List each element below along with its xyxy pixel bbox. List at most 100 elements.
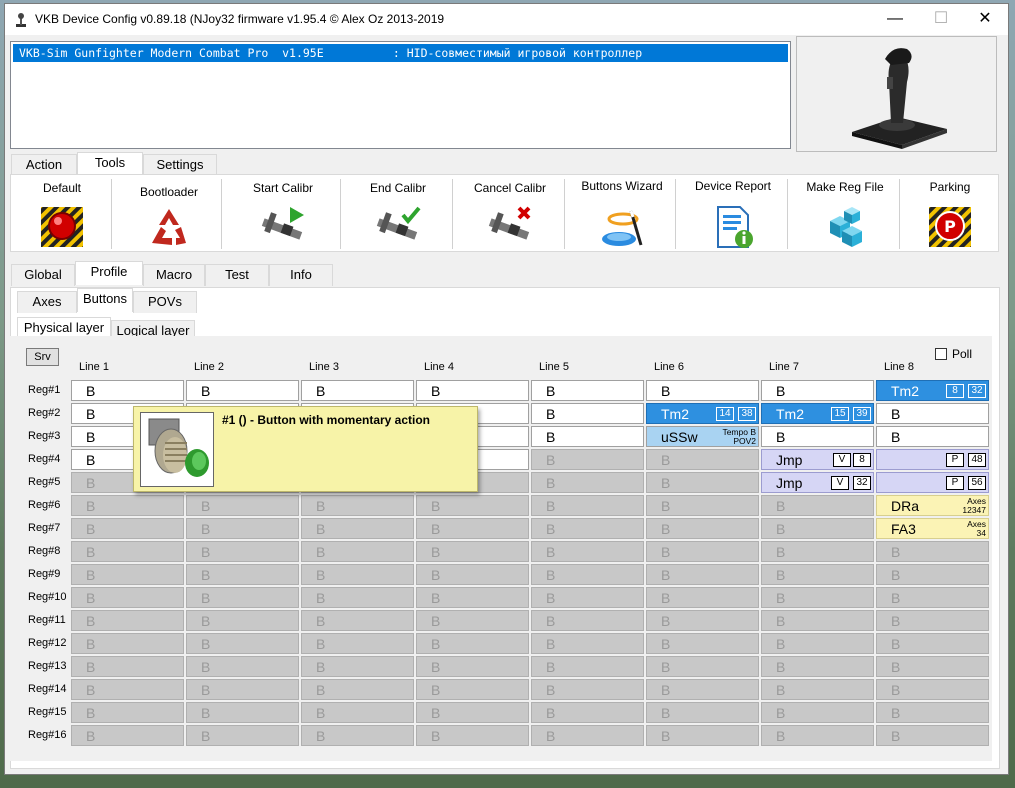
button-cell[interactable]: B [646,495,759,516]
button-cell[interactable]: B [301,679,414,700]
button-cell[interactable]: B [531,656,644,677]
tab-tools[interactable]: Tools [77,152,143,176]
button-cell[interactable]: B [186,679,299,700]
button-cell[interactable]: B [646,449,759,470]
button-cell[interactable]: B [301,380,414,401]
button-cell[interactable]: B [876,702,989,723]
button-cell[interactable]: Tm2 32 8 [876,380,989,401]
button-cell[interactable]: B [416,610,529,631]
button-cell[interactable]: B [876,610,989,631]
close-button[interactable]: ✕ [962,4,1008,35]
button-cell[interactable]: B [416,380,529,401]
button-cell[interactable]: B [531,564,644,585]
make-reg-file-tool-button[interactable]: Make Reg File [791,177,899,251]
tab-profile[interactable]: Profile [75,261,143,285]
button-cell[interactable]: DRa Axes 12347 [876,495,989,516]
button-cell[interactable]: B [531,633,644,654]
button-cell[interactable]: B [416,541,529,562]
button-cell[interactable]: B [301,656,414,677]
button-cell[interactable]: B [186,380,299,401]
button-cell[interactable]: B [71,725,184,746]
button-cell[interactable]: B [876,403,989,424]
button-cell[interactable]: B [761,541,874,562]
button-cell[interactable]: B [301,610,414,631]
button-cell[interactable]: B [531,725,644,746]
button-cell[interactable]: B [646,633,759,654]
button-cell[interactable]: B [186,495,299,516]
button-cell[interactable]: B [531,679,644,700]
button-cell[interactable]: B [301,587,414,608]
button-cell[interactable]: B [876,426,989,447]
button-cell[interactable]: B [71,587,184,608]
button-cell[interactable]: B [646,472,759,493]
button-cell[interactable]: B [301,633,414,654]
tab-axes[interactable]: Axes [17,291,77,313]
button-cell[interactable]: B [301,702,414,723]
button-cell[interactable]: B [186,725,299,746]
parking-tool-button[interactable]: Parking P [903,177,997,251]
button-cell[interactable]: Tm2 39 15 [761,403,874,424]
button-cell[interactable]: B [71,633,184,654]
button-cell[interactable]: Tm2 38 14 [646,403,759,424]
bootloader-tool-button[interactable]: Bootloader [119,177,219,251]
button-cell[interactable]: Jmp 32 V [761,472,874,493]
button-cell[interactable]: B [876,725,989,746]
tab-settings[interactable]: Settings [143,154,217,176]
button-cell[interactable]: B [876,564,989,585]
tab-action[interactable]: Action [11,154,77,176]
button-cell[interactable]: B [646,679,759,700]
device-report-tool-button[interactable]: Device Report [679,177,787,251]
tab-povs[interactable]: POVs [133,291,197,313]
button-cell[interactable]: uSSw Tempo B POV2 [646,426,759,447]
device-list[interactable]: VKB-Sim Gunfighter Modern Combat Pro v1.… [10,41,791,149]
button-cell[interactable]: B [301,564,414,585]
button-cell[interactable]: 48 P [876,449,989,470]
button-cell[interactable]: B [876,633,989,654]
button-cell[interactable]: B [531,518,644,539]
button-cell[interactable]: B [531,426,644,447]
tab-info[interactable]: Info [269,264,333,286]
button-cell[interactable]: B [531,702,644,723]
button-cell[interactable]: B [876,541,989,562]
button-cell[interactable]: B [186,656,299,677]
button-cell[interactable]: B [531,472,644,493]
button-cell[interactable]: B [416,725,529,746]
button-cell[interactable]: B [531,495,644,516]
default-tool-button[interactable]: Default [14,177,110,251]
button-cell[interactable]: B [646,725,759,746]
button-cell[interactable]: B [416,679,529,700]
button-cell[interactable]: B [531,380,644,401]
button-cell[interactable]: B [761,564,874,585]
cancel-calibr-tool-button[interactable]: Cancel Calibr [456,177,564,251]
button-cell[interactable]: B [301,495,414,516]
button-cell[interactable]: 56 P [876,472,989,493]
button-cell[interactable]: B [186,702,299,723]
button-cell[interactable]: B [646,610,759,631]
button-cell[interactable]: B [186,564,299,585]
button-cell[interactable]: B [646,564,759,585]
button-cell[interactable]: B [761,587,874,608]
maximize-button[interactable]: ☐ [918,4,964,35]
buttons-wizard-tool-button[interactable]: Buttons Wizard [568,177,676,251]
button-cell[interactable]: B [416,656,529,677]
button-cell[interactable]: Jmp 8 V [761,449,874,470]
button-cell[interactable]: B [71,610,184,631]
button-cell[interactable]: FA3 Axes 34 [876,518,989,539]
start-calibr-tool-button[interactable]: Start Calibr [229,177,337,251]
tab-buttons[interactable]: Buttons [77,288,133,312]
button-cell[interactable]: B [531,541,644,562]
tab-global[interactable]: Global [11,264,75,286]
button-cell[interactable]: B [186,541,299,562]
button-cell[interactable]: B [646,702,759,723]
tab-macro[interactable]: Macro [143,264,205,286]
button-cell[interactable]: B [531,610,644,631]
button-cell[interactable]: B [416,564,529,585]
button-cell[interactable]: B [761,679,874,700]
button-cell[interactable]: B [186,518,299,539]
button-cell[interactable]: B [761,610,874,631]
button-cell[interactable]: B [761,518,874,539]
button-cell[interactable]: B [71,656,184,677]
button-cell[interactable]: B [416,702,529,723]
button-cell[interactable]: B [71,495,184,516]
title-bar[interactable]: VKB Device Config v0.89.18 (NJoy32 firmw… [5,4,1008,35]
